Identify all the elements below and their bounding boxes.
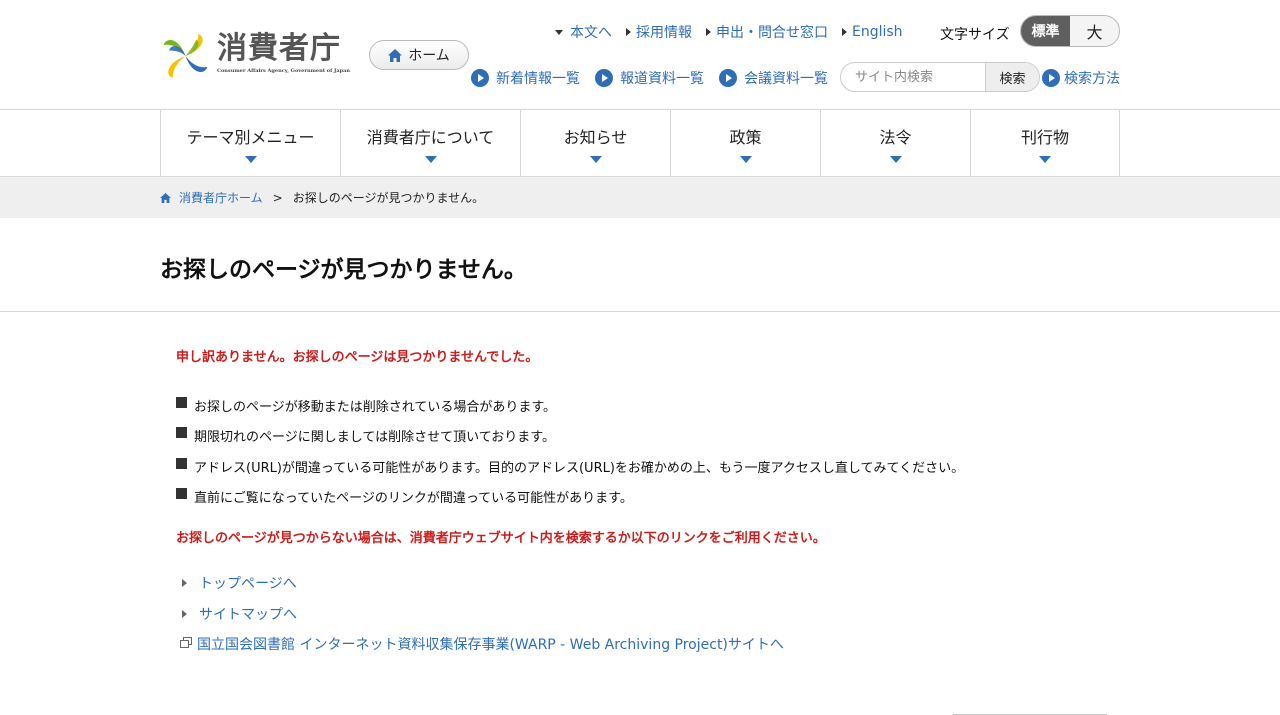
search-help-label: 検索方法 (1064, 71, 1120, 87)
circle-arrow-icon (471, 69, 489, 87)
site-header: 消費者庁 Consumer Affairs Agency, Government… (0, 0, 1280, 110)
logo-text: 消費者庁 (216, 31, 341, 66)
reason-text: 期限切れのページに関しましては削除させて頂いております。 (194, 430, 556, 446)
home-icon (160, 192, 171, 203)
skip-to-content-label: 本文へ (570, 25, 612, 41)
page-title: お探しのページが見つかりません。 (160, 257, 527, 283)
breadcrumb-bar: 消費者庁ホーム > お探しのページが見つかりません。 (0, 176, 1280, 218)
font-size-standard-button[interactable]: 標準 (1021, 16, 1070, 46)
breadcrumb-separator: > (272, 190, 283, 205)
logo-pinwheel-icon (163, 34, 208, 78)
contact-link[interactable]: 申出・問合せ窓口 (706, 22, 828, 42)
logo-subtitle: Consumer Affairs Agency, Government of J… (216, 68, 350, 74)
press-list-link[interactable]: 報道資料一覧 (595, 68, 704, 88)
nav-laws-label: 法令 (879, 127, 912, 147)
warp-archive-link[interactable]: 国立国会図書館 インターネット資料収集保存事業(WARP - Web Archi… (197, 634, 784, 654)
caret-right-icon (706, 28, 711, 36)
nav-laws[interactable]: 法令 (821, 110, 971, 176)
english-label: English (852, 24, 903, 40)
chevron-down-icon (424, 155, 437, 163)
circle-arrow-icon (1042, 69, 1060, 87)
list-item: 国立国会図書館 インターネット資料収集保存事業(WARP - Web Archi… (180, 629, 784, 660)
help-link-list: トップページへ サイトマップへ 国立国会図書館 インターネット資料収集保存事業(… (180, 568, 784, 660)
nav-publications[interactable]: 刊行物 (971, 110, 1120, 176)
list-item: トップページへ (180, 568, 784, 599)
nav-theme-menu[interactable]: テーマ別メニュー (161, 110, 341, 176)
chevron-down-icon (1039, 155, 1051, 163)
nav-notices[interactable]: お知らせ (521, 110, 671, 176)
square-bullet-icon (176, 457, 187, 469)
contact-label: 申出・問合せ窓口 (716, 25, 828, 41)
caret-right-icon (182, 579, 187, 588)
circle-arrow-icon (719, 69, 737, 87)
list-item: サイトマップへ (180, 599, 784, 630)
meetings-list-label: 会議資料一覧 (744, 71, 828, 87)
recruit-label: 採用情報 (636, 25, 692, 41)
site-search: 検索 (840, 62, 1040, 92)
guidance-message: お探しのページが見つからない場合は、消費者庁ウェブサイト内を検索するか以下のリン… (176, 531, 826, 546)
reason-text: 直前にご覧になっていたページのリンクが間違っている可能性があります。 (194, 491, 633, 507)
square-bullet-icon (176, 396, 187, 408)
font-size-label: 文字サイズ (940, 27, 1010, 43)
apology-message: 申し訳ありません。お探しのページは見つかりませんでした。 (176, 350, 539, 365)
home-button-label: ホーム (408, 48, 450, 64)
skip-to-content-link[interactable]: 本文へ (555, 22, 612, 42)
nav-about-label: 消費者庁について (366, 127, 495, 147)
sitemap-link[interactable]: サイトマップへ (199, 604, 297, 624)
caret-right-icon (182, 609, 187, 618)
listing-links: 新着情報一覧 報道資料一覧 会議資料一覧 (471, 68, 843, 88)
breadcrumb-current: お探しのページが見つかりません。 (292, 191, 485, 205)
meetings-list-link[interactable]: 会議資料一覧 (719, 68, 828, 88)
utility-links: 本文へ 採用情報 申出・問合せ窓口 English (555, 22, 917, 42)
font-size-large-button[interactable]: 大 (1070, 16, 1119, 46)
square-bullet-icon (176, 427, 187, 439)
search-input[interactable] (841, 63, 985, 91)
caret-down-icon (555, 29, 563, 35)
reason-text: お探しのページが移動または削除されている場合があります。 (194, 399, 557, 415)
circle-arrow-icon (595, 69, 613, 87)
recruit-link[interactable]: 採用情報 (626, 22, 692, 42)
home-icon (388, 48, 403, 62)
external-link-icon (180, 636, 192, 648)
news-list-label: 新着情報一覧 (496, 71, 580, 87)
top-page-link[interactable]: トップページへ (199, 573, 297, 593)
font-size-toggle: 標準 大 (1020, 15, 1120, 47)
caret-right-icon (842, 28, 847, 36)
breadcrumb: 消費者庁ホーム > お探しのページが見つかりません。 (160, 189, 484, 206)
list-item: 期限切れのページに関しましては削除させて頂いております。 (176, 421, 964, 452)
divider (0, 311, 1280, 312)
nav-about[interactable]: 消費者庁について (341, 110, 521, 176)
nav-notices-label: お知らせ (563, 127, 628, 147)
list-item: お探しのページが移動または削除されている場合があります。 (176, 390, 964, 421)
reason-text: アドレス(URL)が間違っている可能性があります。目的のアドレス(URL)をお確… (194, 460, 965, 476)
chevron-down-icon (739, 155, 752, 163)
list-item: アドレス(URL)が間違っている可能性があります。目的のアドレス(URL)をお確… (176, 451, 964, 482)
nav-publications-label: 刊行物 (1020, 127, 1069, 147)
caret-right-icon (626, 28, 631, 36)
nav-theme-label: テーマ別メニュー (186, 127, 315, 147)
nav-policy-label: 政策 (729, 127, 762, 147)
press-list-label: 報道資料一覧 (620, 71, 704, 87)
square-bullet-icon (176, 488, 187, 500)
global-nav: テーマ別メニュー 消費者庁について お知らせ 政策 法令 刊行物 (160, 110, 1120, 176)
breadcrumb-home-label: 消費者庁ホーム (179, 191, 263, 205)
site-logo[interactable]: 消費者庁 Consumer Affairs Agency, Government… (160, 30, 350, 82)
search-button[interactable]: 検索 (985, 63, 1039, 91)
search-help-link[interactable]: 検索方法 (1042, 68, 1120, 88)
chevron-down-icon (889, 155, 902, 163)
home-button[interactable]: ホーム (369, 40, 469, 70)
english-link[interactable]: English (842, 24, 903, 40)
nav-policy[interactable]: 政策 (671, 110, 821, 176)
reason-list: お探しのページが移動または削除されている場合があります。 期限切れのページに関し… (176, 390, 964, 512)
chevron-down-icon (244, 155, 257, 163)
chevron-down-icon (589, 155, 602, 163)
news-list-link[interactable]: 新着情報一覧 (471, 68, 580, 88)
list-item: 直前にご覧になっていたページのリンクが間違っている可能性があります。 (176, 482, 964, 513)
breadcrumb-home-link[interactable]: 消費者庁ホーム (160, 189, 263, 206)
